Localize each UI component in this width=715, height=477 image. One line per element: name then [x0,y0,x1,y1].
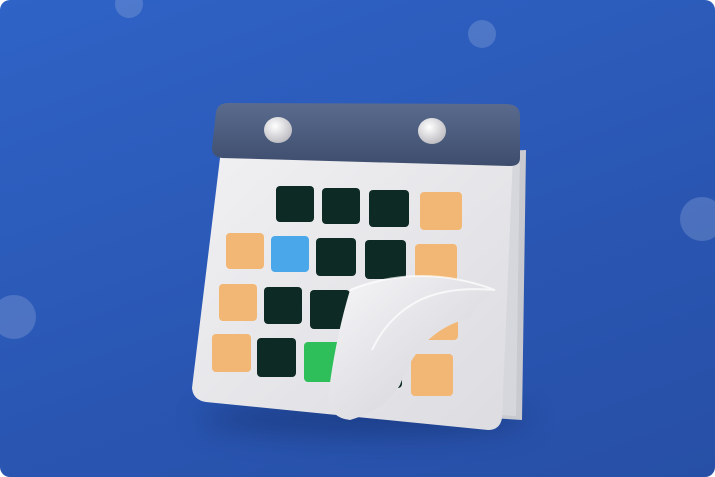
day-cell [212,334,251,372]
day-cell [316,238,356,276]
day-cell [276,186,314,222]
day-cell [226,233,264,269]
illustration-card [0,0,715,477]
day-cell [365,240,406,279]
day-cell [420,192,462,230]
calendar-binder [212,103,520,166]
day-cell [271,236,309,272]
calendar-icon [192,103,526,430]
day-cell [411,354,453,396]
day-cell [264,287,302,324]
binder-ring-left [264,117,292,143]
day-cell [257,338,296,377]
binder-ring-right [418,118,446,144]
day-cell [369,190,409,227]
day-cell [322,188,360,224]
day-cell [219,284,257,321]
